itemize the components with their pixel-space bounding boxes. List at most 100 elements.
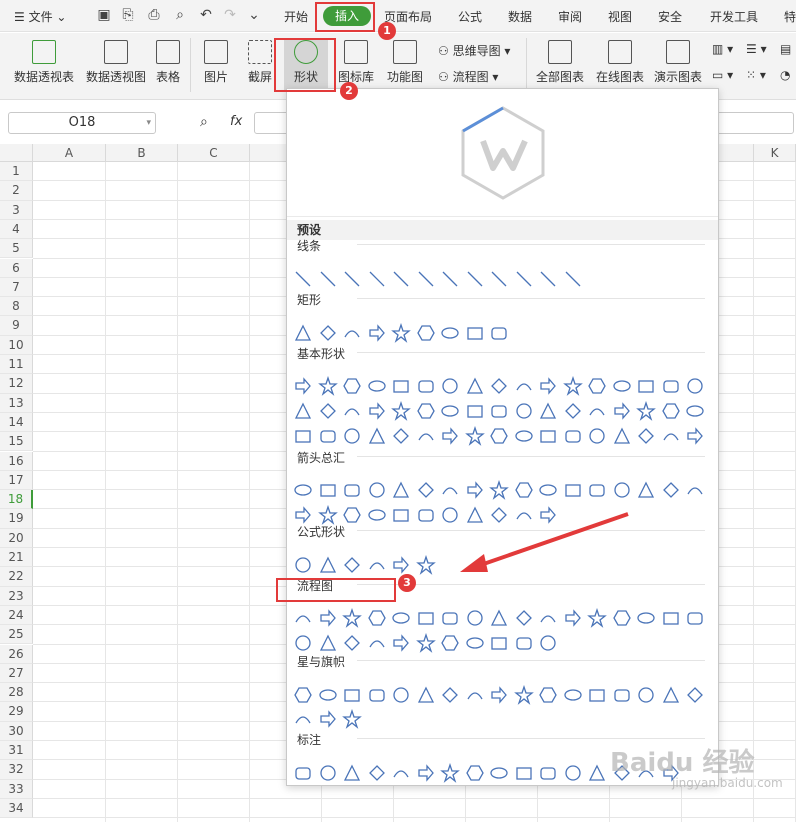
shape-option-icon[interactable] xyxy=(563,608,583,628)
shape-option-icon[interactable] xyxy=(563,269,583,289)
shape-option-icon[interactable] xyxy=(317,376,338,396)
print-icon[interactable]: ⎙ xyxy=(146,7,162,23)
row-header[interactable]: 22 xyxy=(0,567,33,587)
shape-option-icon[interactable] xyxy=(415,555,436,575)
shape-option-icon[interactable] xyxy=(514,426,534,446)
shape-option-icon[interactable] xyxy=(489,401,509,421)
shape-option-icon[interactable] xyxy=(318,323,338,343)
shape-option-icon[interactable] xyxy=(465,685,485,705)
shape-option-icon[interactable] xyxy=(514,480,534,500)
shape-option-icon[interactable] xyxy=(293,633,313,653)
shape-option-icon[interactable] xyxy=(489,685,509,705)
row-header[interactable]: 31 xyxy=(0,741,33,761)
shape-option-icon[interactable] xyxy=(391,505,411,525)
shape-option-icon[interactable] xyxy=(538,763,558,783)
row-header[interactable]: 34 xyxy=(0,798,33,819)
shape-option-icon[interactable] xyxy=(367,480,387,500)
shape-option-icon[interactable] xyxy=(293,269,313,289)
shape-option-icon[interactable] xyxy=(342,269,362,289)
shape-option-icon[interactable] xyxy=(440,401,460,421)
row-header[interactable]: 16 xyxy=(0,451,33,471)
shape-option-icon[interactable] xyxy=(293,323,313,343)
shape-option-icon[interactable] xyxy=(465,323,485,343)
shape-option-icon[interactable] xyxy=(293,608,313,628)
row-header[interactable]: 32 xyxy=(0,760,33,780)
shape-option-icon[interactable] xyxy=(563,426,583,446)
shape-option-icon[interactable] xyxy=(318,426,338,446)
shape-option-icon[interactable] xyxy=(342,480,362,500)
row-header[interactable]: 3 xyxy=(0,200,33,220)
screenshot-button[interactable]: 截屏 xyxy=(244,40,276,85)
shape-option-icon[interactable] xyxy=(367,685,387,705)
row-header[interactable]: 30 xyxy=(0,721,33,741)
pie-chart-dropdown[interactable]: ◔ xyxy=(780,68,790,82)
row-header[interactable]: 20 xyxy=(0,528,33,548)
row-header[interactable]: 23 xyxy=(0,586,33,606)
shape-option-icon[interactable] xyxy=(465,480,485,500)
shape-option-icon[interactable] xyxy=(293,505,313,525)
name-box[interactable]: O18 ▾ xyxy=(8,112,156,134)
row-header[interactable]: 6 xyxy=(0,258,33,278)
shape-option-icon[interactable] xyxy=(440,426,460,446)
shape-option-icon[interactable] xyxy=(489,763,509,783)
shape-option-icon[interactable] xyxy=(416,685,436,705)
shape-option-icon[interactable] xyxy=(391,401,411,421)
shape-option-icon[interactable] xyxy=(440,376,460,396)
tab-data[interactable]: 数据 xyxy=(508,8,532,26)
tab-review[interactable]: 审阅 xyxy=(558,8,582,26)
file-menu[interactable]: ☰ 文件 ⌄ xyxy=(14,8,66,25)
table-button[interactable]: 表格 xyxy=(154,40,182,85)
row-header[interactable]: 8 xyxy=(0,297,33,317)
row-header[interactable]: 33 xyxy=(0,779,33,799)
shape-option-icon[interactable] xyxy=(465,763,485,783)
row-header[interactable]: 11 xyxy=(0,355,33,375)
shape-option-icon[interactable] xyxy=(489,426,509,446)
shape-option-icon[interactable] xyxy=(538,480,558,500)
fx-label[interactable]: fx xyxy=(230,114,242,129)
shape-option-icon[interactable] xyxy=(367,401,387,421)
shape-option-icon[interactable] xyxy=(538,376,558,396)
shape-option-icon[interactable] xyxy=(489,323,509,343)
shape-option-icon[interactable] xyxy=(636,426,656,446)
shape-option-icon[interactable] xyxy=(416,323,436,343)
shape-option-icon[interactable] xyxy=(661,685,681,705)
tab-formulas[interactable]: 公式 xyxy=(458,8,482,26)
row-header[interactable]: 13 xyxy=(0,393,33,413)
shape-option-icon[interactable] xyxy=(293,401,313,421)
row-header[interactable]: 18 xyxy=(0,490,33,510)
shape-option-icon[interactable] xyxy=(440,269,460,289)
shape-option-icon[interactable] xyxy=(391,323,411,343)
shape-option-icon[interactable] xyxy=(293,426,313,446)
shape-option-icon[interactable] xyxy=(636,608,656,628)
shape-option-icon[interactable] xyxy=(416,426,436,446)
row-header[interactable]: 14 xyxy=(0,412,33,433)
shape-option-icon[interactable] xyxy=(367,323,387,343)
shape-option-icon[interactable] xyxy=(685,376,705,396)
shape-option-icon[interactable] xyxy=(391,555,411,575)
row-header[interactable]: 9 xyxy=(0,316,33,336)
shape-option-icon[interactable] xyxy=(293,763,313,783)
shape-option-icon[interactable] xyxy=(416,269,436,289)
zoom-icon[interactable]: ⌕ xyxy=(200,114,208,130)
column-header[interactable]: K xyxy=(754,144,796,162)
column-header[interactable]: C xyxy=(178,144,250,162)
row-header[interactable]: 1 xyxy=(0,162,33,182)
shape-option-icon[interactable] xyxy=(342,323,362,343)
shape-option-icon[interactable] xyxy=(342,376,362,396)
shape-option-icon[interactable] xyxy=(440,633,460,653)
shape-option-icon[interactable] xyxy=(293,555,313,575)
column-header[interactable]: A xyxy=(33,144,106,162)
shape-option-icon[interactable] xyxy=(440,480,460,500)
shape-option-icon[interactable] xyxy=(464,426,485,446)
shape-option-icon[interactable] xyxy=(636,480,656,500)
shape-option-icon[interactable] xyxy=(342,401,362,421)
shape-option-icon[interactable] xyxy=(587,685,607,705)
shape-option-icon[interactable] xyxy=(293,480,313,500)
shape-option-icon[interactable] xyxy=(391,480,411,500)
column-header[interactable]: B xyxy=(106,144,178,162)
shape-option-icon[interactable] xyxy=(318,763,338,783)
all-charts-button[interactable]: 全部图表 xyxy=(534,40,586,85)
shape-option-icon[interactable] xyxy=(636,685,656,705)
shape-option-icon[interactable] xyxy=(489,376,509,396)
shape-option-icon[interactable] xyxy=(661,426,681,446)
